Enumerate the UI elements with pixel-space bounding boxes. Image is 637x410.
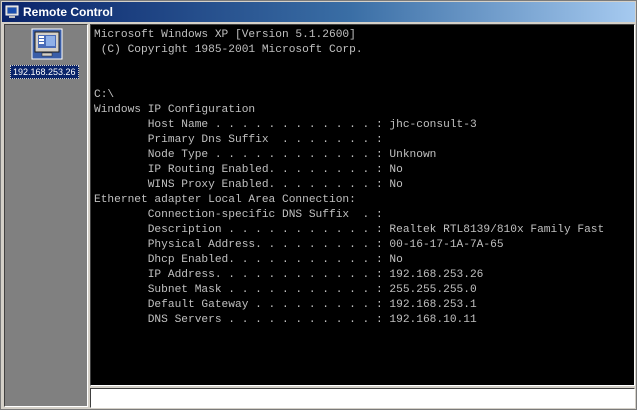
console-line: IP Address. . . . . . . . . . . . : 192.… [94,269,484,281]
console-line: Primary Dns Suffix . . . . . . . : [94,134,383,146]
console-line: Subnet Mask . . . . . . . . . . . : 255.… [94,284,477,296]
console-line: Description . . . . . . . . . . . : Real… [94,224,605,236]
console-line: IP Routing Enabled. . . . . . . . : No [94,164,403,176]
console-line: (C) Copyright 1985-2001 Microsoft Corp. [94,44,363,56]
console-line: Dhcp Enabled. . . . . . . . . . . : No [94,254,403,266]
title-bar[interactable]: Remote Control [2,2,635,22]
host-label[interactable]: 192.168.253.26 [10,65,79,79]
app-icon [5,5,19,19]
remote-control-window: Remote Control 192.168.253.26 Microsoft … [0,0,637,410]
console-line: Default Gateway . . . . . . . . . : 192.… [94,299,477,311]
console-line: Windows IP Configuration [94,104,256,116]
window-title: Remote Control [23,5,113,19]
console-line: DNS Servers . . . . . . . . . . . : 192.… [94,314,477,326]
console-line: Node Type . . . . . . . . . . . . : Unkn… [94,149,437,161]
console-output[interactable]: Microsoft Windows XP [Version 5.1.2600] … [90,24,635,386]
console-line: Connection-specific DNS Suffix . : [94,209,383,221]
console-line: Physical Address. . . . . . . . . : 00-1… [94,239,504,251]
console-line: C:\ [94,89,115,101]
console-text: Microsoft Windows XP [Version 5.1.2600] … [94,28,604,328]
computer-monitor-icon[interactable] [31,28,63,60]
console-line: Microsoft Windows XP [Version 5.1.2600] [94,29,356,41]
host-list[interactable]: 192.168.253.26 [4,24,88,407]
console-line: Host Name . . . . . . . . . . . . : jhc-… [94,119,477,131]
console-line: WINS Proxy Enabled. . . . . . . . : No [94,179,403,191]
command-input[interactable] [90,388,635,408]
console-line: Ethernet adapter Local Area Connection: [94,194,356,206]
host-item[interactable]: 192.168.253.26 [7,27,85,79]
